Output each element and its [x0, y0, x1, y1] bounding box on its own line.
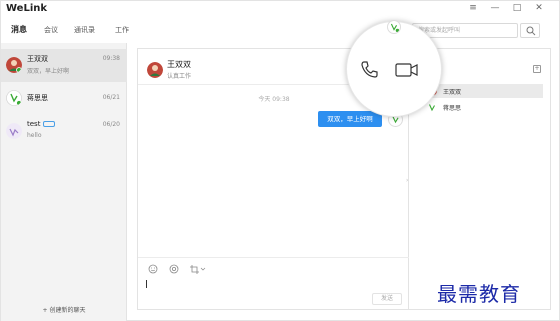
tab-meetings[interactable]: 会议: [44, 25, 58, 35]
text-cursor: [146, 280, 147, 288]
message-bubble[interactable]: 双双，早上好啊: [318, 111, 382, 127]
conversation-time: 09:38: [102, 55, 120, 62]
tab-contacts[interactable]: 通讯录: [74, 25, 95, 35]
close-icon[interactable]: ✕: [533, 2, 545, 14]
tab-work[interactable]: 工作: [115, 25, 129, 35]
add-member-icon[interactable]: +: [533, 65, 541, 73]
search-icon: [526, 26, 536, 36]
top-nav: 消息 会议 通讯录 工作 搜索或发起呼叫: [1, 19, 559, 43]
search-button[interactable]: [520, 23, 540, 38]
conversation-item[interactable]: 王双双 双双，早上好啊 09:38: [1, 49, 127, 82]
conversation-list: 王双双 双双，早上好啊 09:38 蒋思思 06/21 test hello 0…: [1, 43, 127, 321]
member-item[interactable]: 王双双: [423, 84, 543, 98]
maximize-icon[interactable]: □: [511, 2, 523, 14]
member-name: 蒋思思: [443, 105, 462, 112]
conversation-name: test: [27, 120, 56, 128]
send-button[interactable]: 发送: [372, 293, 402, 305]
conversation-name-text: test: [27, 120, 41, 128]
conversation-name: 蒋思思: [27, 94, 48, 102]
chat-contact-name: 王双双: [167, 60, 191, 69]
avatar: [428, 104, 435, 112]
avatar: [6, 123, 22, 139]
collapse-handle[interactable]: ›: [406, 177, 410, 187]
conversation-name: 王双双: [27, 55, 48, 63]
member-name: 王双双: [443, 89, 462, 96]
menu-icon[interactable]: ≡: [467, 2, 479, 14]
conversation-item[interactable]: test hello 06/20: [1, 115, 127, 148]
app-title: WeLink: [6, 3, 48, 14]
message-input-area[interactable]: 发送: [138, 257, 410, 311]
magnified-call-controls: [346, 21, 442, 117]
chat-contact-status: 认真工作: [167, 73, 192, 80]
avatar[interactable]: [387, 20, 401, 34]
conversation-time: 06/21: [102, 94, 120, 101]
tab-messages[interactable]: 消息: [11, 24, 27, 35]
external-badge: [43, 121, 56, 127]
conversation-time: 06/20: [102, 121, 120, 128]
watermark: 最需教育: [437, 282, 521, 306]
video-camera-icon[interactable]: [395, 62, 419, 78]
title-bar: WeLink ≡ — □ ✕: [1, 1, 559, 18]
phone-icon[interactable]: [359, 60, 379, 80]
at-icon[interactable]: [169, 264, 179, 274]
conversation-preview: hello: [27, 132, 42, 139]
new-chat-button[interactable]: + 创建新的聊天: [1, 305, 127, 314]
avatar: [6, 90, 22, 106]
welink-window: WeLink ≡ — □ ✕ 消息 会议 通讯录 工作 搜索或发起呼叫 王双双: [0, 0, 560, 321]
emoji-icon[interactable]: [148, 264, 158, 274]
crop-icon[interactable]: [190, 264, 206, 274]
avatar: [6, 57, 22, 73]
conversation-preview: 双双，早上好啊: [27, 68, 70, 75]
member-item[interactable]: 蒋思思: [423, 100, 543, 114]
avatar[interactable]: [147, 62, 163, 78]
conversation-item[interactable]: 蒋思思 06/21: [1, 82, 127, 115]
minimize-icon[interactable]: —: [489, 2, 501, 14]
